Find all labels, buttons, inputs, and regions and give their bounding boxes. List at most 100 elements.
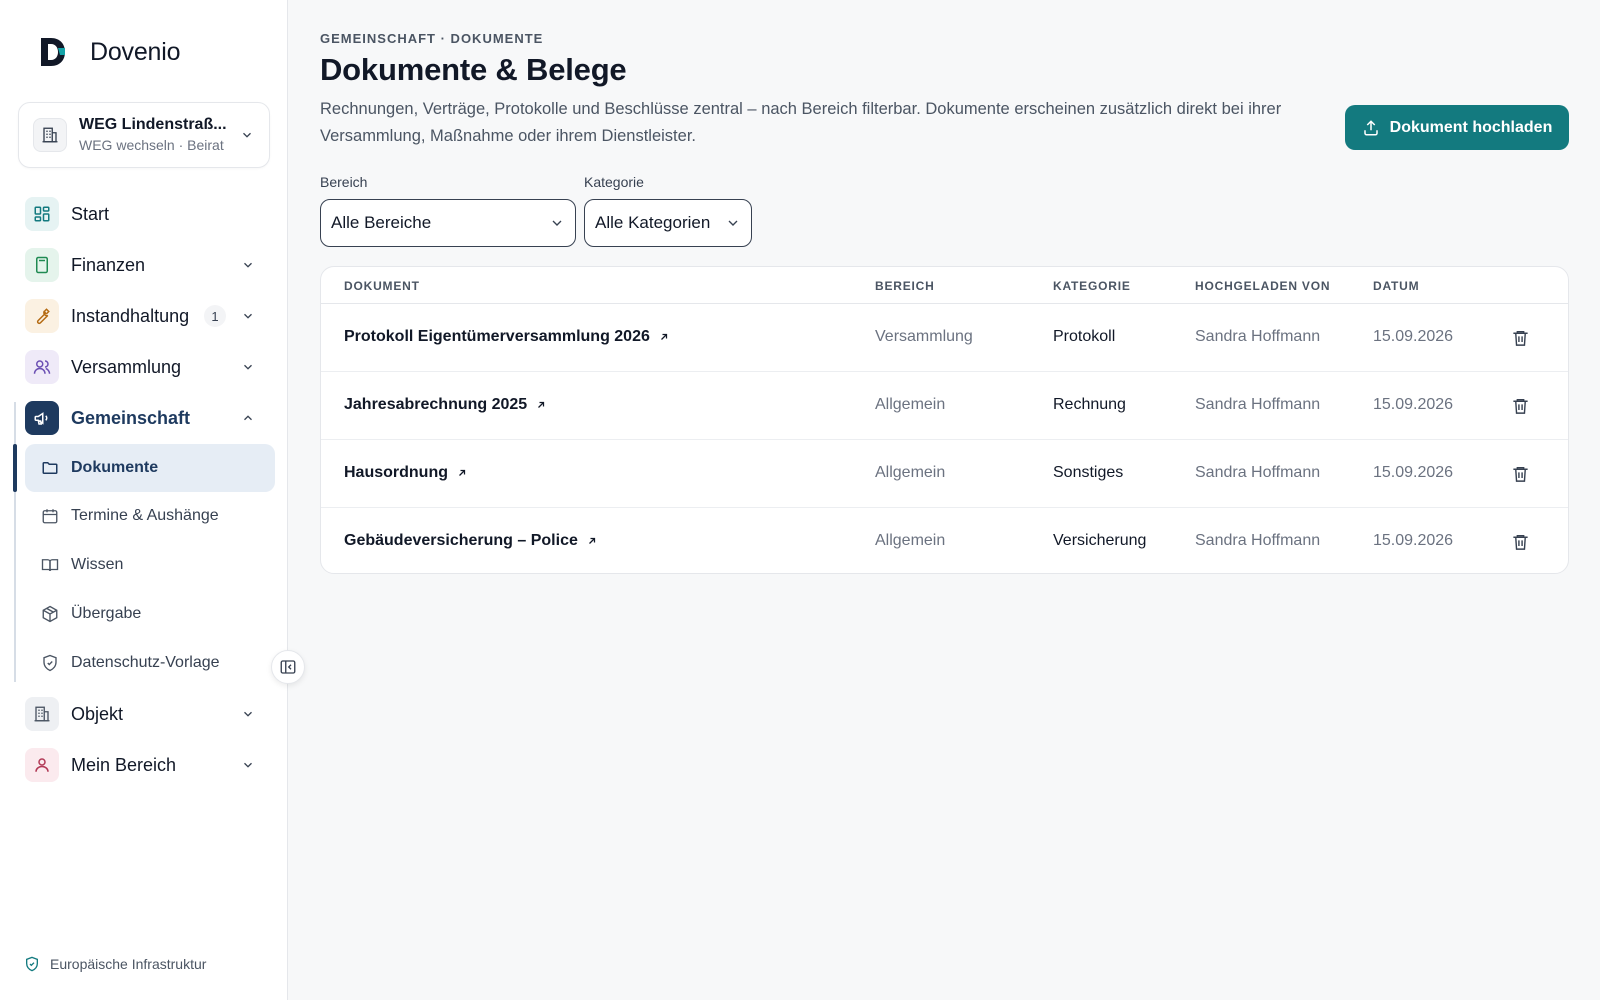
bereich-cell: Allgemein	[875, 396, 946, 413]
delete-button[interactable]	[1508, 530, 1532, 554]
breadcrumb: GEMEINSCHAFT · DOKUMENTE	[320, 31, 544, 46]
subnav-item-termine[interactable]: Termine & Aushänge	[25, 492, 275, 540]
trash-icon	[1511, 532, 1530, 552]
kategorie-cell: Rechnung	[1053, 396, 1126, 413]
book-icon	[39, 554, 61, 576]
sidebar: Dovenio WEG Lindenstraß... WEG wechseln …	[0, 0, 288, 1000]
nav-item-mein-bereich[interactable]: Mein Bereich	[25, 747, 270, 783]
count-badge: 1	[204, 305, 226, 327]
nav-item-gemeinschaft[interactable]: Gemeinschaft	[25, 400, 270, 436]
weg-subtitle: WEG wechseln · Beirat	[79, 137, 224, 153]
subnav-item-wissen[interactable]: Wissen	[25, 541, 275, 589]
trash-icon	[1511, 464, 1530, 484]
nav-label: Gemeinschaft	[71, 407, 191, 428]
uploader-cell: Sandra Hoffmann	[1195, 396, 1321, 413]
date-cell: 15.09.2026	[1373, 464, 1454, 481]
shield-check-icon	[39, 652, 61, 674]
nav-item-versammlung[interactable]: Versammlung	[25, 349, 270, 385]
document-title: Protokoll Eigentümerversammlung 2026	[344, 328, 650, 345]
app-logo[interactable]: Dovenio	[38, 36, 181, 68]
external-link-icon	[586, 535, 598, 547]
nav-item-objekt[interactable]: Objekt	[25, 696, 270, 732]
delete-button[interactable]	[1508, 394, 1532, 418]
chevron-down-icon	[238, 704, 258, 724]
nav-label: Start	[71, 203, 110, 224]
column-header-bereich: BEREICH	[875, 279, 935, 293]
app-name: Dovenio	[90, 37, 181, 66]
building-icon	[33, 118, 67, 152]
sidebar-collapse-button[interactable]	[271, 650, 305, 684]
upload-document-button[interactable]: Dokument hochladen	[1345, 105, 1569, 150]
chevron-down-icon	[549, 215, 565, 231]
subnav-label: Termine & Aushänge	[71, 507, 219, 524]
kategorie-cell: Versicherung	[1053, 532, 1147, 549]
column-header-datum: DATUM	[1373, 279, 1420, 293]
panel-collapse-icon	[279, 658, 297, 676]
table-row: Gebäudeversicherung – Police Allgemein V…	[321, 508, 1568, 573]
chevron-down-icon	[238, 755, 258, 775]
uploader-cell: Sandra Hoffmann	[1195, 328, 1321, 345]
dovenio-logo-icon	[38, 36, 68, 68]
document-link[interactable]: Protokoll Eigentümerversammlung 2026	[344, 328, 670, 346]
subnav-item-datenschutz[interactable]: Datenschutz-Vorlage	[25, 639, 275, 687]
upload-button-label: Dokument hochladen	[1389, 118, 1553, 136]
weg-switcher[interactable]: WEG Lindenstraß... WEG wechseln · Beirat	[18, 102, 270, 168]
building-icon	[25, 697, 59, 731]
delete-button[interactable]	[1508, 326, 1532, 350]
nav-item-instandhaltung[interactable]: Instandhaltung 1	[25, 298, 270, 334]
date-cell: 15.09.2026	[1373, 532, 1454, 549]
document-title: Jahresabrechnung 2025	[344, 396, 528, 413]
calculator-icon	[25, 248, 59, 282]
subnav-item-dokumente[interactable]: Dokumente	[25, 444, 275, 492]
nav-label: Instandhaltung	[71, 305, 190, 326]
wrench-icon	[25, 299, 59, 333]
calendar-icon	[39, 505, 61, 527]
nav-label: Objekt	[71, 703, 124, 724]
uploader-cell: Sandra Hoffmann	[1195, 464, 1321, 481]
kategorie-select-value: Alle Kategorien	[595, 213, 711, 232]
users-icon	[25, 350, 59, 384]
column-header-hochgeladen: HOCHGELADEN VON	[1195, 279, 1331, 293]
bereich-select[interactable]: Alle Bereiche	[320, 199, 576, 247]
megaphone-icon	[25, 401, 59, 435]
date-cell: 15.09.2026	[1373, 396, 1454, 413]
subnav-item-uebergabe[interactable]: Übergabe	[25, 590, 275, 638]
package-icon	[39, 603, 61, 625]
chevron-down-icon	[238, 255, 258, 275]
document-title: Hausordnung	[344, 464, 448, 481]
external-link-icon	[658, 331, 670, 343]
delete-button[interactable]	[1508, 462, 1532, 486]
document-link[interactable]: Hausordnung	[344, 464, 468, 482]
chevron-down-icon	[725, 215, 741, 231]
infrastructure-label: Europäische Infrastruktur	[50, 956, 207, 972]
dashboard-icon	[25, 197, 59, 231]
table-header: DOKUMENT BEREICH KATEGORIE HOCHGELADEN V…	[321, 267, 1568, 304]
kategorie-filter-label: Kategorie	[584, 174, 644, 190]
chevron-down-icon	[238, 306, 258, 326]
date-cell: 15.09.2026	[1373, 328, 1454, 345]
document-link[interactable]: Gebäudeversicherung – Police	[344, 532, 598, 550]
bereich-cell: Allgemein	[875, 464, 946, 481]
subnav-label: Datenschutz-Vorlage	[71, 654, 220, 671]
nav-item-start[interactable]: Start	[25, 196, 270, 232]
page-title: Dokumente & Belege	[320, 52, 627, 87]
bereich-filter-label: Bereich	[320, 174, 368, 190]
subnav-label: Wissen	[71, 556, 124, 573]
bereich-select-value: Alle Bereiche	[331, 213, 432, 232]
kategorie-cell: Sonstiges	[1053, 464, 1124, 481]
user-icon	[25, 748, 59, 782]
nav-label: Versammlung	[71, 356, 182, 377]
column-header-kategorie: KATEGORIE	[1053, 279, 1131, 293]
trash-icon	[1511, 396, 1530, 416]
kategorie-select[interactable]: Alle Kategorien	[584, 199, 752, 247]
document-link[interactable]: Jahresabrechnung 2025	[344, 396, 547, 414]
nav-item-finanzen[interactable]: Finanzen	[25, 247, 270, 283]
chevron-up-icon	[238, 408, 258, 428]
upload-icon	[1362, 119, 1380, 137]
chevron-down-icon	[238, 357, 258, 377]
page-description: Rechnungen, Verträge, Protokolle und Bes…	[320, 100, 1282, 145]
table-row: Protokoll Eigentümerversammlung 2026 Ver…	[321, 304, 1568, 372]
table-row: Jahresabrechnung 2025 Allgemein Rechnung…	[321, 372, 1568, 440]
trash-icon	[1511, 328, 1530, 348]
table-row: Hausordnung Allgemein Sonstiges Sandra H…	[321, 440, 1568, 508]
